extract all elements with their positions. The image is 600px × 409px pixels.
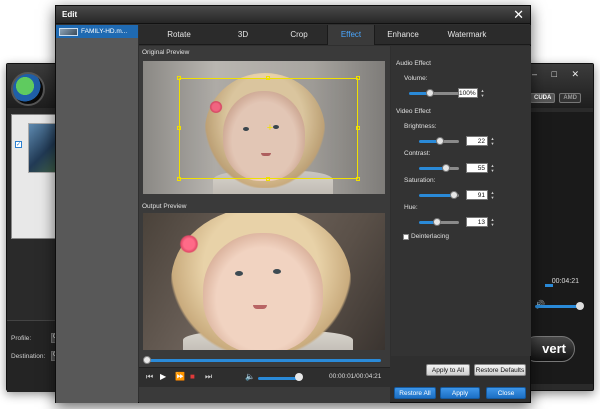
volume-spinner-icon[interactable]: ▲ ▼	[480, 88, 485, 98]
saturation-slider-knob[interactable]	[450, 191, 458, 199]
crosshair-icon[interactable]: +	[265, 123, 275, 134]
tab-enhance[interactable]: Enhance	[375, 25, 431, 45]
restore-all-button[interactable]: Restore All	[394, 387, 436, 399]
video-thumbnail	[59, 27, 78, 36]
crop-handle-bottom-right[interactable]	[356, 177, 360, 181]
saturation-label: Saturation:	[404, 177, 436, 184]
cuda-button[interactable]: CUDA	[529, 93, 556, 103]
main-volume-knob[interactable]	[576, 302, 584, 310]
output-preview-label: Output Preview	[142, 203, 187, 210]
brightness-spinner-icon[interactable]: ▲ ▼	[490, 136, 495, 146]
crop-handle-top-left[interactable]	[177, 76, 181, 80]
tab-crop[interactable]: Crop	[269, 25, 329, 45]
volume-slider-knob[interactable]	[426, 89, 434, 97]
tab-3d[interactable]: 3D	[217, 25, 269, 45]
stop-icon[interactable]: ■	[190, 372, 195, 381]
hue-value-field[interactable]: 13	[466, 217, 488, 227]
amd-button[interactable]: AMD	[559, 93, 581, 103]
tab-rotate[interactable]: Rotate	[149, 25, 209, 45]
volume-label: Volume:	[404, 75, 428, 82]
deinterlacing-label: Deinterlacing	[411, 233, 449, 240]
contrast-label: Contrast:	[404, 150, 431, 157]
file-thumbnail[interactable]	[28, 123, 56, 173]
edit-tabs: Rotate 3D Crop Effect Enhance Watermark	[139, 25, 531, 45]
crop-handle-left[interactable]	[177, 126, 181, 130]
profile-label: Profile:	[11, 335, 32, 342]
original-preview: +	[143, 61, 385, 194]
app-logo-icon	[11, 72, 45, 106]
effect-settings-panel: Audio Effect Volume: 100% ▲ ▼ Video Effec…	[391, 46, 531, 356]
tab-effect[interactable]: Effect	[327, 25, 375, 45]
edit-dialog: Edit ✕ FAMILY-HD.m... Rotate 3D Crop Eff…	[55, 5, 531, 403]
hair-bow	[179, 235, 199, 253]
preview-area: Original Preview + Output Preview ⏮ ▶ ⏩ …	[139, 46, 390, 403]
restore-defaults-button[interactable]: Restore Defaults	[474, 364, 526, 376]
saturation-value-field[interactable]: 91	[466, 190, 488, 200]
player-controls: ⏮ ▶ ⏩ ■ ⏭ 🔈 00:00:01/00:04:21	[139, 367, 390, 387]
crop-handle-right[interactable]	[356, 126, 360, 130]
brightness-slider-knob[interactable]	[436, 137, 444, 145]
player-volume-slider[interactable]	[258, 377, 300, 380]
child-face	[203, 233, 323, 350]
play-icon[interactable]: ▶	[160, 372, 166, 381]
crop-handle-top-right[interactable]	[356, 76, 360, 80]
volume-value-field[interactable]: 100%	[458, 88, 478, 98]
file-checkbox[interactable]: ✓	[15, 141, 22, 148]
audio-effect-header: Audio Effect	[396, 60, 431, 67]
output-settings-bar: Profile: C Destination: C	[7, 320, 59, 392]
file-name: FAMILY-HD.m...	[81, 28, 128, 35]
mouth	[253, 305, 267, 309]
edit-file-list: FAMILY-HD.m...	[56, 25, 138, 403]
output-preview	[143, 213, 385, 350]
destination-label: Destination:	[11, 353, 46, 360]
skip-start-icon[interactable]: ⏮	[146, 372, 153, 382]
contrast-slider-knob[interactable]	[442, 164, 450, 172]
dialog-title: Edit	[62, 10, 78, 19]
volume-icon[interactable]: 🔈	[245, 372, 255, 381]
contrast-value-field[interactable]: 55	[466, 163, 488, 173]
saturation-spinner-icon[interactable]: ▲ ▼	[490, 190, 495, 200]
seek-knob[interactable]	[143, 356, 151, 364]
right-eye	[273, 269, 281, 274]
dialog-titlebar: Edit ✕	[56, 6, 530, 24]
video-effect-header: Video Effect	[396, 108, 431, 115]
apply-button[interactable]: Apply	[440, 387, 480, 399]
hue-label: Hue:	[404, 204, 418, 211]
file-list-item[interactable]: FAMILY-HD.m...	[56, 25, 138, 38]
gpu-acceleration-group: CUDA AMD	[529, 93, 581, 103]
crop-frame[interactable]: +	[177, 76, 360, 181]
crop-handle-bottom[interactable]	[266, 177, 270, 181]
player-volume-knob[interactable]	[295, 373, 303, 381]
original-preview-label: Original Preview	[142, 49, 190, 56]
seek-track[interactable]	[147, 359, 381, 362]
skip-end-icon[interactable]: ⏭	[205, 372, 212, 382]
fast-forward-icon[interactable]: ⏩	[175, 372, 185, 381]
left-eye	[235, 271, 243, 276]
hue-spinner-icon[interactable]: ▲ ▼	[490, 217, 495, 227]
close-icon[interactable]: ✕	[513, 7, 524, 23]
deinterlacing-checkbox[interactable]	[403, 234, 409, 240]
hue-slider-knob[interactable]	[433, 218, 441, 226]
contrast-spinner-icon[interactable]: ▲ ▼	[490, 163, 495, 173]
close-button[interactable]: Close	[486, 387, 526, 399]
main-time-readout: 00:04:21	[551, 278, 579, 285]
player-time-readout: 00:00:01/00:04:21	[329, 373, 382, 380]
main-window-controls[interactable]: – □ ✕	[532, 69, 585, 80]
apply-to-all-button[interactable]: Apply to All	[426, 364, 470, 376]
saturation-slider-fill[interactable]	[419, 194, 453, 197]
tab-watermark[interactable]: Watermark	[431, 25, 503, 45]
brightness-value-field[interactable]: 22	[466, 136, 488, 146]
file-list-panel: ✓	[11, 114, 57, 239]
preview-seek-bar[interactable]	[143, 356, 385, 364]
crop-handle-bottom-left[interactable]	[177, 177, 181, 181]
brightness-label: Brightness:	[404, 123, 437, 130]
main-volume-slider[interactable]	[535, 305, 581, 308]
crop-handle-top[interactable]	[266, 76, 270, 80]
